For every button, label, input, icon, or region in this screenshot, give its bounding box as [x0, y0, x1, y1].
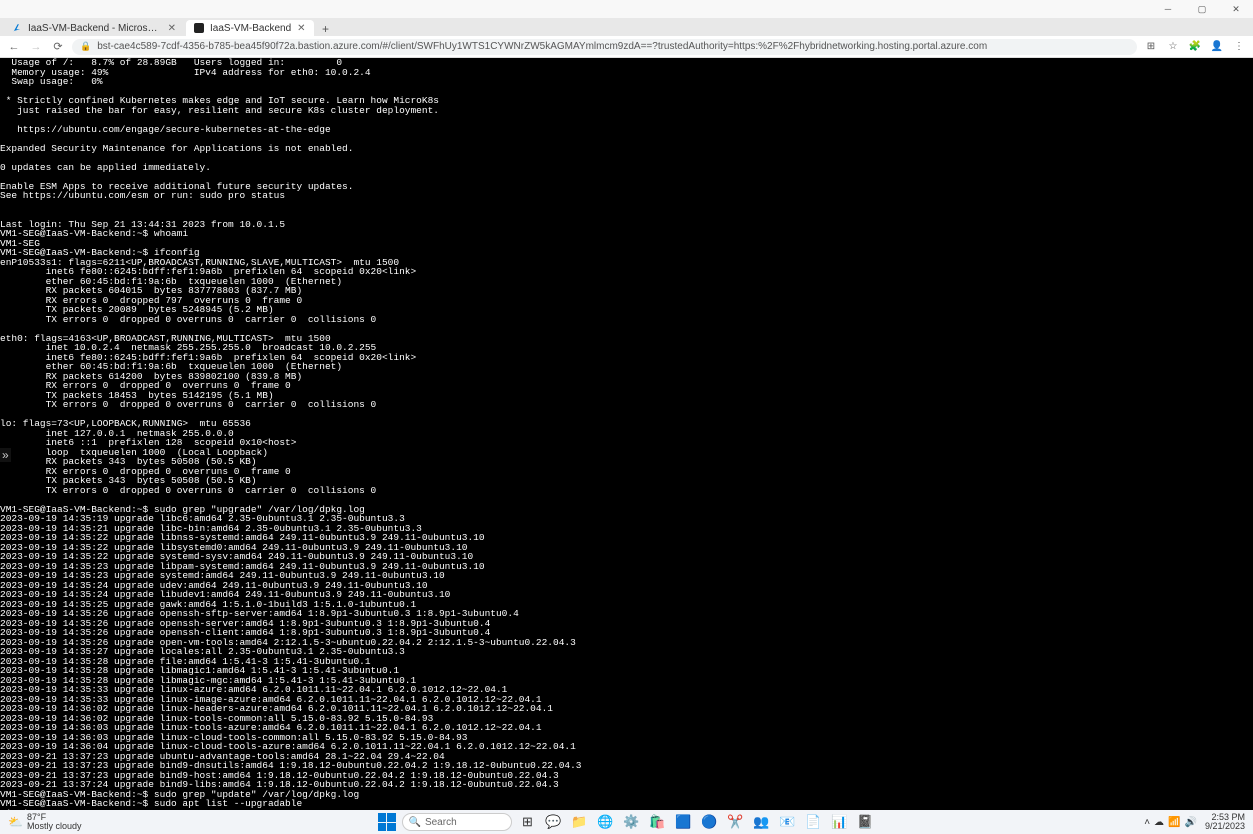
excel-icon[interactable]: 📊 [830, 812, 850, 832]
url-text: bst-cae4c589-7cdf-4356-b785-bea45f90f72a… [97, 41, 987, 52]
snip-icon[interactable]: ✂️ [726, 812, 746, 832]
url-field[interactable]: 🔒 bst-cae4c589-7cdf-4356-b785-bea45f90f7… [72, 39, 1137, 55]
store-icon[interactable]: 🛍️ [648, 812, 668, 832]
close-tab-icon[interactable]: ✕ [297, 23, 305, 34]
window-titlebar: ─ ▢ ✕ [0, 0, 1253, 18]
wifi-icon[interactable]: 📶 [1168, 817, 1180, 828]
back-button[interactable]: ← [6, 39, 22, 55]
browser-tab-1[interactable]: IaaS-VM-Backend ✕ [186, 20, 314, 36]
settings-icon[interactable]: ⚙️ [622, 812, 642, 832]
terminal-icon [194, 23, 204, 33]
taskbar-search[interactable]: 🔍 Search [402, 813, 512, 831]
edge-active-icon[interactable]: 🟦 [674, 812, 694, 832]
volume-icon[interactable]: 🔊 [1185, 817, 1197, 828]
taskbar-clock[interactable]: 2:53 PM 9/21/2023 [1205, 813, 1245, 831]
start-button[interactable] [378, 813, 396, 831]
expand-handle-icon[interactable]: » [0, 448, 11, 462]
task-view-icon[interactable]: ⊞ [518, 812, 538, 832]
bookmark-icon[interactable]: ☆ [1165, 39, 1181, 55]
taskbar-center: 🔍 Search ⊞ 💬 📁 🌐 ⚙️ 🛍️ 🟦 🔵 ✂️ 👥 📧 📄 📊 📓 [378, 812, 876, 832]
tab-title: IaaS-VM-Backend - Microsoft Az [28, 23, 162, 34]
windows-taskbar: ⛅ 87°F Mostly cloudy 🔍 Search ⊞ 💬 📁 🌐 ⚙️… [0, 810, 1253, 834]
reload-button[interactable]: ⟳ [50, 39, 66, 55]
bastion-terminal[interactable]: » Usage of /: 8.7% of 28.89GB Users logg… [0, 58, 1253, 810]
browser-tab-0[interactable]: IaaS-VM-Backend - Microsoft Az ✕ [4, 20, 184, 36]
close-tab-icon[interactable]: ✕ [168, 23, 176, 34]
browser-actions: ⊞ ☆ 🧩 👤 ⋮ [1143, 39, 1247, 55]
system-tray[interactable]: ˄ ☁ 📶 🔊 2:53 PM 9/21/2023 [1144, 813, 1245, 831]
weather-icon: ⛅ [8, 815, 23, 829]
outlook-icon[interactable]: 📧 [778, 812, 798, 832]
minimize-button[interactable]: ─ [1151, 0, 1185, 18]
file-explorer-icon[interactable]: 📁 [570, 812, 590, 832]
chat-icon[interactable]: 💬 [544, 812, 564, 832]
install-app-icon[interactable]: ⊞ [1143, 39, 1159, 55]
browser-tabstrip: IaaS-VM-Backend - Microsoft Az ✕ IaaS-VM… [0, 18, 1253, 36]
extensions-icon[interactable]: 🧩 [1187, 39, 1203, 55]
menu-icon[interactable]: ⋮ [1231, 39, 1247, 55]
forward-button[interactable]: → [28, 39, 44, 55]
search-icon: 🔍 [409, 817, 421, 828]
maximize-button[interactable]: ▢ [1185, 0, 1219, 18]
close-window-button[interactable]: ✕ [1219, 0, 1253, 18]
edge-icon[interactable]: 🌐 [596, 812, 616, 832]
browser-addressbar: ← → ⟳ 🔒 bst-cae4c589-7cdf-4356-b785-bea4… [0, 36, 1253, 58]
profile-icon[interactable]: 👤 [1209, 39, 1225, 55]
teams-icon[interactable]: 👥 [752, 812, 772, 832]
clock-date: 9/21/2023 [1205, 822, 1245, 831]
azure-icon [12, 23, 22, 33]
search-placeholder: Search [425, 817, 457, 828]
weather-widget[interactable]: ⛅ 87°F Mostly cloudy [8, 813, 81, 831]
tray-icons[interactable]: ˄ ☁ 📶 🔊 [1144, 817, 1197, 828]
tab-title: IaaS-VM-Backend [210, 23, 291, 34]
new-tab-button[interactable]: + [316, 22, 336, 36]
word-icon[interactable]: 📄 [804, 812, 824, 832]
chevron-up-icon[interactable]: ˄ [1144, 817, 1150, 828]
onenote-icon[interactable]: 📓 [856, 812, 876, 832]
terminal-output: Usage of /: 8.7% of 28.89GB Users logged… [0, 58, 1253, 828]
onedrive-icon[interactable]: ☁ [1154, 817, 1164, 828]
chrome-icon[interactable]: 🔵 [700, 812, 720, 832]
lock-icon: 🔒 [80, 41, 91, 52]
weather-desc: Mostly cloudy [27, 822, 82, 831]
